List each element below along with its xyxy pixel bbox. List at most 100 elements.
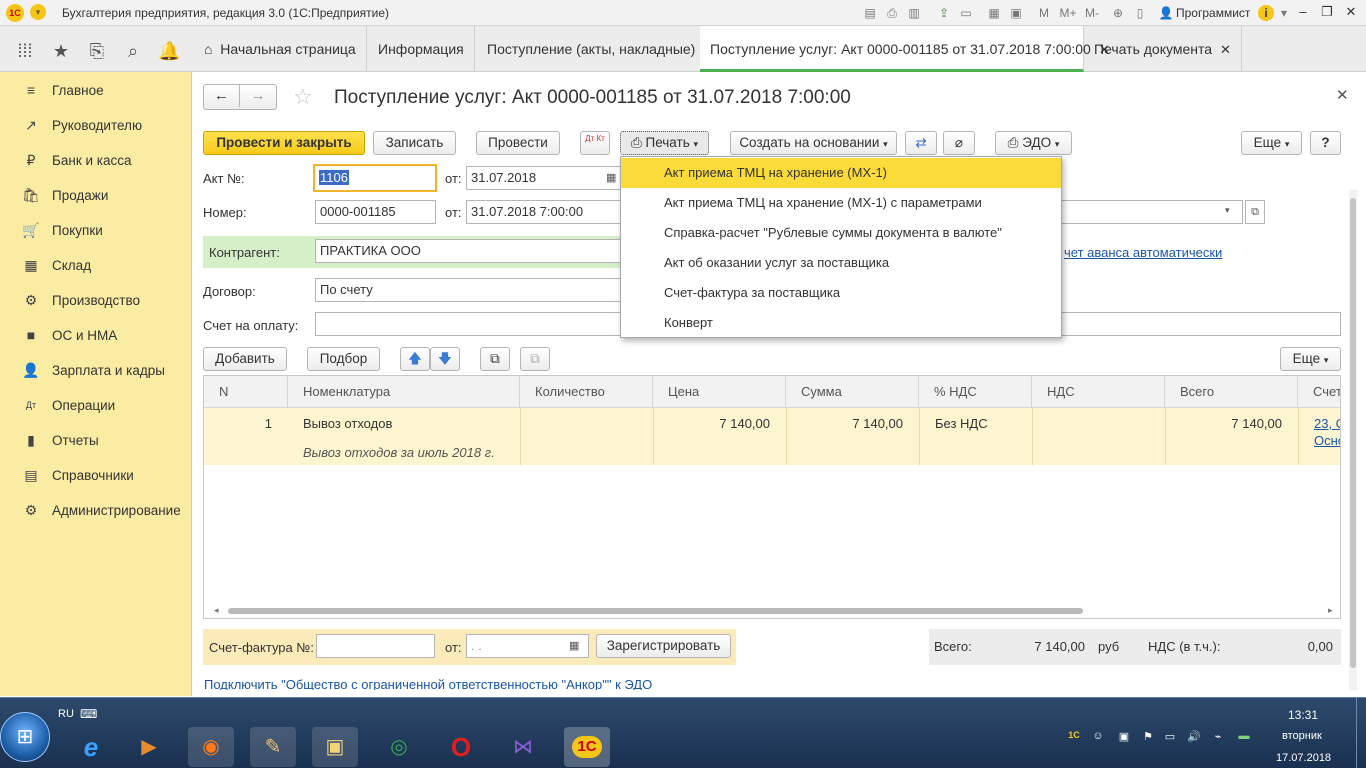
create-based-on-button[interactable]: Создать на основании ▾	[730, 131, 897, 155]
cell-account[interactable]: 23, С	[1314, 416, 1340, 431]
more-button[interactable]: Еще ▾	[1241, 131, 1302, 155]
sidebar-item-operations[interactable]: Дт Операции	[0, 388, 192, 423]
horizontal-scrollbar[interactable]	[228, 608, 1083, 614]
calendar-icon[interactable]: ▦	[569, 639, 579, 652]
tab-print-document[interactable]: Печать документа ✕	[1084, 26, 1242, 72]
media-player-icon[interactable]: ▶	[126, 727, 172, 767]
close-form-icon[interactable]: ✕	[1336, 86, 1349, 104]
internet-explorer-icon[interactable]: e	[68, 727, 114, 767]
sidebar-item-purchases[interactable]: 🛒 Покупки	[0, 213, 192, 248]
cell-account-2[interactable]: Осно	[1314, 433, 1340, 448]
column-header-item[interactable]: Номенклатура	[288, 376, 520, 408]
volume-icon[interactable]: 🔊	[1186, 730, 1202, 746]
tab-info[interactable]: Информация	[368, 26, 475, 72]
print-menu-item[interactable]: Акт приема ТМЦ на хранение (МХ-1)	[621, 158, 1061, 188]
flag-icon[interactable]: ⚑	[1140, 730, 1156, 746]
print-icon[interactable]: ⎙	[884, 5, 900, 21]
sidebar-item-catalogs[interactable]: ▤ Справочники	[0, 458, 192, 493]
paint-icon[interactable]: ✎	[250, 727, 296, 767]
right-select-field[interactable]	[1060, 200, 1243, 224]
copy-icon[interactable]: ⧉	[480, 347, 510, 371]
history-icon[interactable]: ⎘	[86, 40, 108, 62]
main-menu-button[interactable]: ▾	[30, 4, 46, 20]
close-tab-icon[interactable]: ✕	[1220, 42, 1231, 57]
tab-home[interactable]: ⌂ Начальная страница	[192, 26, 367, 72]
calendar-icon[interactable]: ▦	[606, 171, 616, 184]
contract-field[interactable]: По счету	[315, 278, 625, 302]
number-field[interactable]: 0000-001185	[315, 200, 436, 224]
attachment-icon[interactable]: ⌀	[943, 131, 975, 155]
pick-button[interactable]: Подбор	[307, 347, 380, 371]
favorite-star-icon[interactable]: ☆	[293, 84, 313, 110]
clock-weekday[interactable]: вторник	[1282, 730, 1322, 742]
sidebar-item-admin[interactable]: ⚙ Администрирование	[0, 493, 192, 528]
scroll-right-icon[interactable]: ▸	[1328, 605, 1333, 616]
column-header-sum[interactable]: Сумма	[786, 376, 919, 408]
1c-app-icon[interactable]: 1С	[564, 727, 610, 767]
print-menu-item[interactable]: Акт приема ТМЦ на хранение (МХ-1) с пара…	[621, 188, 1061, 218]
register-button[interactable]: Зарегистрировать	[596, 634, 731, 658]
memory-plus-button[interactable]: M+	[1058, 5, 1078, 21]
move-up-icon[interactable]: 🡅	[400, 347, 430, 371]
post-button[interactable]: Провести	[476, 131, 560, 155]
table-more-button[interactable]: Еще ▾	[1280, 347, 1341, 371]
tab-current-document[interactable]: Поступление услуг: Акт 0000-001185 от 31…	[700, 26, 1110, 72]
sidebar-item-bank[interactable]: ₽ Банк и касса	[0, 143, 192, 178]
dtkt-button[interactable]: Дт Кт	[580, 131, 610, 155]
print-menu-item[interactable]: Справка-расчет "Рублевые суммы документа…	[621, 218, 1061, 248]
column-header-vat[interactable]: НДС	[1032, 376, 1165, 408]
firefox-icon[interactable]: ◉	[188, 727, 234, 767]
sidebar-item-sales[interactable]: 🛍 Продажи	[0, 178, 192, 213]
calculator-icon[interactable]: ▦	[986, 5, 1002, 21]
close-button[interactable]: ✕	[1340, 3, 1362, 21]
1c-tray-icon[interactable]: 1С	[1066, 730, 1082, 746]
forward-arrow-icon[interactable]: →	[240, 85, 276, 107]
preview-icon[interactable]: ▥	[906, 5, 922, 21]
bell-icon[interactable]: 🔔	[158, 40, 180, 62]
battery-icon[interactable]: ▬	[1236, 730, 1252, 746]
column-header-account[interactable]: Счет	[1298, 376, 1340, 408]
post-and-close-button[interactable]: Провести и закрыть	[203, 131, 365, 155]
link-icon[interactable]: ▭	[958, 5, 974, 21]
contractor-field[interactable]: ПРАКТИКА ООО	[315, 239, 625, 263]
save-button[interactable]: Записать	[373, 131, 456, 155]
print-menu-item[interactable]: Конверт	[621, 308, 1061, 338]
apps-grid-icon[interactable]: ⁞⁞⁞	[14, 40, 36, 62]
advance-link[interactable]: чет аванса автоматически	[1064, 245, 1222, 260]
restore-button[interactable]: ❐	[1316, 3, 1338, 21]
chevron-down-icon[interactable]: ▾	[1276, 5, 1292, 21]
back-arrow-icon[interactable]: ←	[204, 85, 240, 107]
help-button[interactable]: ?	[1310, 131, 1341, 155]
show-desktop-button[interactable]	[1356, 698, 1366, 768]
clock-date[interactable]: 17.07.2018	[1276, 752, 1331, 764]
sidebar-item-payroll[interactable]: 👤 Зарплата и кадры	[0, 353, 192, 388]
minimize-button[interactable]: –	[1292, 3, 1314, 21]
cell-item-description[interactable]: Вывоз отходов за июль 2018 г.	[303, 445, 495, 460]
chevron-down-icon[interactable]: ▾	[1225, 205, 1230, 216]
save-icon[interactable]: ▤	[862, 5, 878, 21]
edo-connect-link[interactable]: Подключить "Общество с ограниченной отве…	[204, 678, 652, 690]
memory-minus-button[interactable]: M-	[1082, 5, 1102, 21]
vertical-scrollbar[interactable]	[1349, 190, 1357, 690]
print-menu-item[interactable]: Акт об оказании услуг за поставщика	[621, 248, 1061, 278]
add-row-button[interactable]: Добавить	[203, 347, 287, 371]
structure-icon[interactable]: ⇄	[905, 131, 937, 155]
zoom-icon[interactable]: ⊕	[1110, 5, 1126, 21]
column-header-total[interactable]: Всего	[1165, 376, 1298, 408]
panels-icon[interactable]: ▯	[1132, 5, 1148, 21]
sidebar-item-production[interactable]: ⚙ Производство	[0, 283, 192, 318]
move-down-icon[interactable]: 🡇	[430, 347, 460, 371]
chrome-icon[interactable]: ◎	[376, 727, 422, 767]
cell-vat-rate[interactable]: Без НДС	[935, 416, 988, 431]
file-explorer-icon[interactable]: ▣	[312, 727, 358, 767]
open-icon[interactable]: ⧉	[1245, 200, 1265, 224]
sidebar-item-warehouse[interactable]: ▦ Склад	[0, 248, 192, 283]
sidebar-item-assets[interactable]: ■ ОС и НМА	[0, 318, 192, 353]
cell-sum[interactable]: 7 140,00	[786, 416, 903, 431]
tray-chip-icon[interactable]: ▣	[1116, 730, 1132, 746]
number-datetime-field[interactable]: 31.07.2018 7:00:00	[466, 200, 621, 224]
sidebar-item-reports[interactable]: ▮ Отчеты	[0, 423, 192, 458]
column-header-price[interactable]: Цена	[653, 376, 786, 408]
tab-receipts-list[interactable]: Поступление (акты, накладные)	[477, 26, 707, 72]
tray-app-icon[interactable]: ☺	[1090, 730, 1106, 746]
